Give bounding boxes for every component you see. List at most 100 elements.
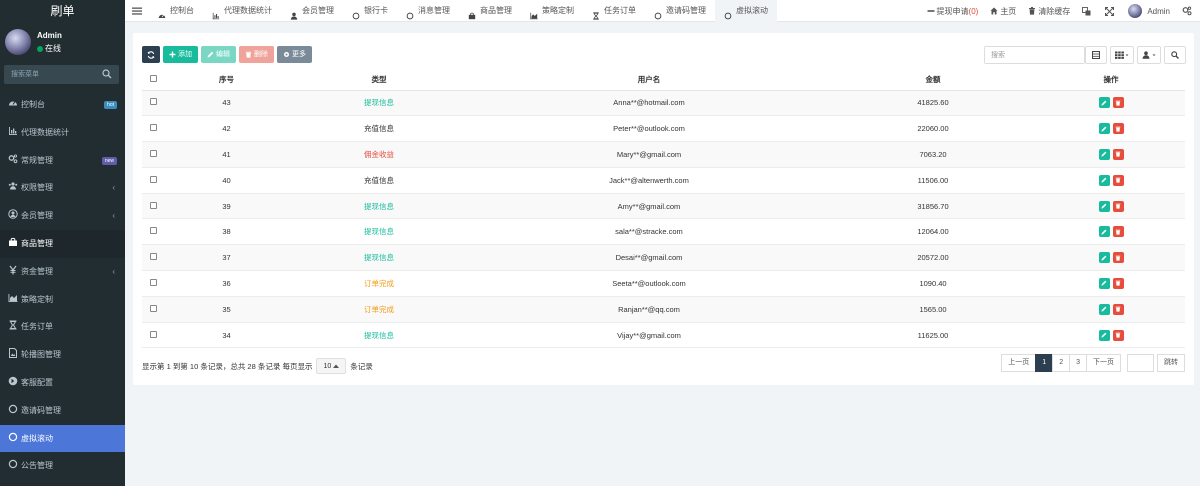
edit-label: 编辑 xyxy=(216,51,230,58)
sidebar-item-5[interactable]: 商品管理 xyxy=(0,229,125,258)
row-edit-button[interactable] xyxy=(1098,329,1110,341)
delete-button[interactable]: 删除 xyxy=(239,46,274,63)
search-icon[interactable] xyxy=(102,69,112,79)
sidebar-item-7[interactable]: 策略定制 xyxy=(0,286,125,314)
select-all-checkbox[interactable] xyxy=(149,75,157,83)
row-username: Peter**@outlook.com xyxy=(469,115,829,143)
column-header-id[interactable]: 序号 xyxy=(164,70,289,91)
table-row[interactable]: 38 提现信息 sala**@stracke.com 12064.00 xyxy=(142,218,1185,246)
sidebar-item-10[interactable]: 客服配置 xyxy=(0,369,125,397)
row-checkbox[interactable] xyxy=(149,253,157,261)
sidebar-item-6[interactable]: 资金管理 ‹ xyxy=(0,258,125,286)
row-delete-button[interactable] xyxy=(1112,200,1124,212)
tab-1[interactable]: 代理数据统计 xyxy=(203,0,281,22)
row-checkbox[interactable] xyxy=(149,201,157,209)
sidebar-item-8[interactable]: 任务订单 xyxy=(0,313,125,341)
row-checkbox[interactable] xyxy=(149,304,157,312)
table-row[interactable]: 41 佣金收益 Mary**@gmail.com 7063.20 xyxy=(142,141,1185,168)
fullscreen-button[interactable] xyxy=(1099,6,1122,16)
table-row[interactable]: 36 订单完成 Seeta**@outlook.com 1090.40 xyxy=(142,270,1185,297)
row-checkbox[interactable] xyxy=(149,330,157,338)
sidebar-item-3[interactable]: 权限管理 ‹ xyxy=(0,174,125,202)
page-1-button[interactable]: 1 xyxy=(1035,354,1054,372)
row-delete-button[interactable] xyxy=(1112,123,1124,135)
brand-logo[interactable]: 刷单 xyxy=(0,0,125,22)
row-delete-button[interactable] xyxy=(1112,303,1124,315)
home-link[interactable]: 主页 xyxy=(984,6,1022,17)
row-edit-button[interactable] xyxy=(1098,200,1110,212)
tab-2[interactable]: 会员管理 xyxy=(281,0,343,22)
column-header-amount[interactable]: 金额 xyxy=(829,70,1037,91)
tab-0[interactable]: 控制台 xyxy=(149,0,203,22)
row-edit-button[interactable] xyxy=(1098,226,1110,238)
row-edit-button[interactable] xyxy=(1098,97,1110,109)
row-edit-button[interactable] xyxy=(1098,252,1110,264)
sidebar-item-9[interactable]: 轮播图管理 xyxy=(0,341,125,369)
sidebar-item-12[interactable]: 虚拟滚动 xyxy=(0,424,125,453)
settings-button[interactable] xyxy=(1176,6,1200,16)
row-edit-button[interactable] xyxy=(1098,174,1110,186)
sidebar-item-11[interactable]: 邀请码管理 xyxy=(0,397,125,425)
menu-toggle-icon[interactable] xyxy=(132,6,142,16)
row-checkbox[interactable] xyxy=(149,175,157,183)
row-delete-button[interactable] xyxy=(1112,252,1124,264)
refresh-button[interactable] xyxy=(142,46,160,63)
row-delete-button[interactable] xyxy=(1112,329,1124,341)
table-row[interactable]: 43 提现信息 Anna**@hotmail.com 41825.60 xyxy=(142,90,1185,117)
column-header-username[interactable]: 用户名 xyxy=(469,70,829,91)
jump-page-button[interactable]: 跳转 xyxy=(1157,354,1185,372)
row-delete-button[interactable] xyxy=(1112,174,1124,186)
edit-button[interactable]: 编辑 xyxy=(201,46,236,63)
table-row[interactable]: 42 充值信息 Peter**@outlook.com 22060.00 xyxy=(142,115,1185,143)
withdraw-requests-link[interactable]: 提现申请 (0) xyxy=(921,6,985,17)
sidebar-item-13[interactable]: 公告管理 xyxy=(0,452,125,480)
tab-3[interactable]: 银行卡 xyxy=(343,0,397,22)
tab-7[interactable]: 任务订单 xyxy=(583,0,645,22)
trash-icon xyxy=(245,51,252,58)
row-checkbox[interactable] xyxy=(149,278,157,286)
clear-cache-link[interactable]: 清除缓存 xyxy=(1022,6,1076,17)
column-header-type[interactable]: 类型 xyxy=(289,70,469,91)
table-row[interactable]: 39 提现信息 Amy**@gmail.com 31856.70 xyxy=(142,193,1185,220)
next-page-button[interactable]: 下一页 xyxy=(1086,354,1121,372)
search-toggle-button[interactable] xyxy=(1164,46,1186,64)
tab-9[interactable]: 虚拟滚动 xyxy=(715,0,777,22)
row-edit-button[interactable] xyxy=(1098,303,1110,315)
table-row[interactable]: 35 订单完成 Ranjan**@qq.com 1565.00 xyxy=(142,296,1185,323)
page-size-dropdown[interactable]: 10 xyxy=(316,358,347,374)
jump-page-input[interactable] xyxy=(1127,354,1154,372)
prev-page-button[interactable]: 上一页 xyxy=(1001,354,1037,372)
row-edit-button[interactable] xyxy=(1098,123,1110,135)
columns-button[interactable] xyxy=(1110,46,1134,64)
add-button[interactable]: 添加 xyxy=(163,46,198,63)
sidebar-item-4[interactable]: 会员管理 ‹ xyxy=(0,202,125,230)
table-row[interactable]: 34 提现信息 Vijay**@gmail.com 11625.00 xyxy=(142,322,1185,349)
row-delete-button[interactable] xyxy=(1112,148,1124,160)
sidebar-item-2[interactable]: 常规管理 new xyxy=(0,147,125,175)
page-2-button[interactable]: 2 xyxy=(1052,354,1071,372)
sidebar-item-1[interactable]: 代理数据统计 xyxy=(0,119,125,147)
row-delete-button[interactable] xyxy=(1112,277,1124,289)
table-row[interactable]: 40 充值信息 Jack**@altenwerth.com 11506.00 xyxy=(142,167,1185,194)
more-button[interactable]: 更多 xyxy=(277,46,312,63)
row-delete-button[interactable] xyxy=(1112,97,1124,109)
tab-8[interactable]: 邀请码管理 xyxy=(645,0,715,22)
row-checkbox[interactable] xyxy=(149,98,157,106)
table-search-input[interactable] xyxy=(985,47,1084,63)
row-edit-button[interactable] xyxy=(1098,277,1110,289)
row-checkbox[interactable] xyxy=(149,149,157,157)
sidebar-item-0[interactable]: 控制台 hot xyxy=(0,91,125,119)
row-checkbox[interactable] xyxy=(149,124,157,132)
translate-button[interactable] xyxy=(1076,6,1099,16)
page-3-button[interactable]: 3 xyxy=(1069,354,1087,372)
row-checkbox[interactable] xyxy=(149,227,157,235)
tab-6[interactable]: 策略定制 xyxy=(521,0,583,22)
tab-5[interactable]: 商品管理 xyxy=(459,0,521,22)
tab-4[interactable]: 消息管理 xyxy=(397,0,459,22)
admin-user-menu[interactable]: Admin xyxy=(1122,4,1176,18)
toggle-view-button[interactable] xyxy=(1085,46,1107,64)
row-edit-button[interactable] xyxy=(1098,148,1110,160)
row-delete-button[interactable] xyxy=(1112,226,1124,238)
export-button[interactable] xyxy=(1137,46,1161,64)
table-row[interactable]: 37 提现信息 Desai**@gmail.com 20572.00 xyxy=(142,244,1185,272)
